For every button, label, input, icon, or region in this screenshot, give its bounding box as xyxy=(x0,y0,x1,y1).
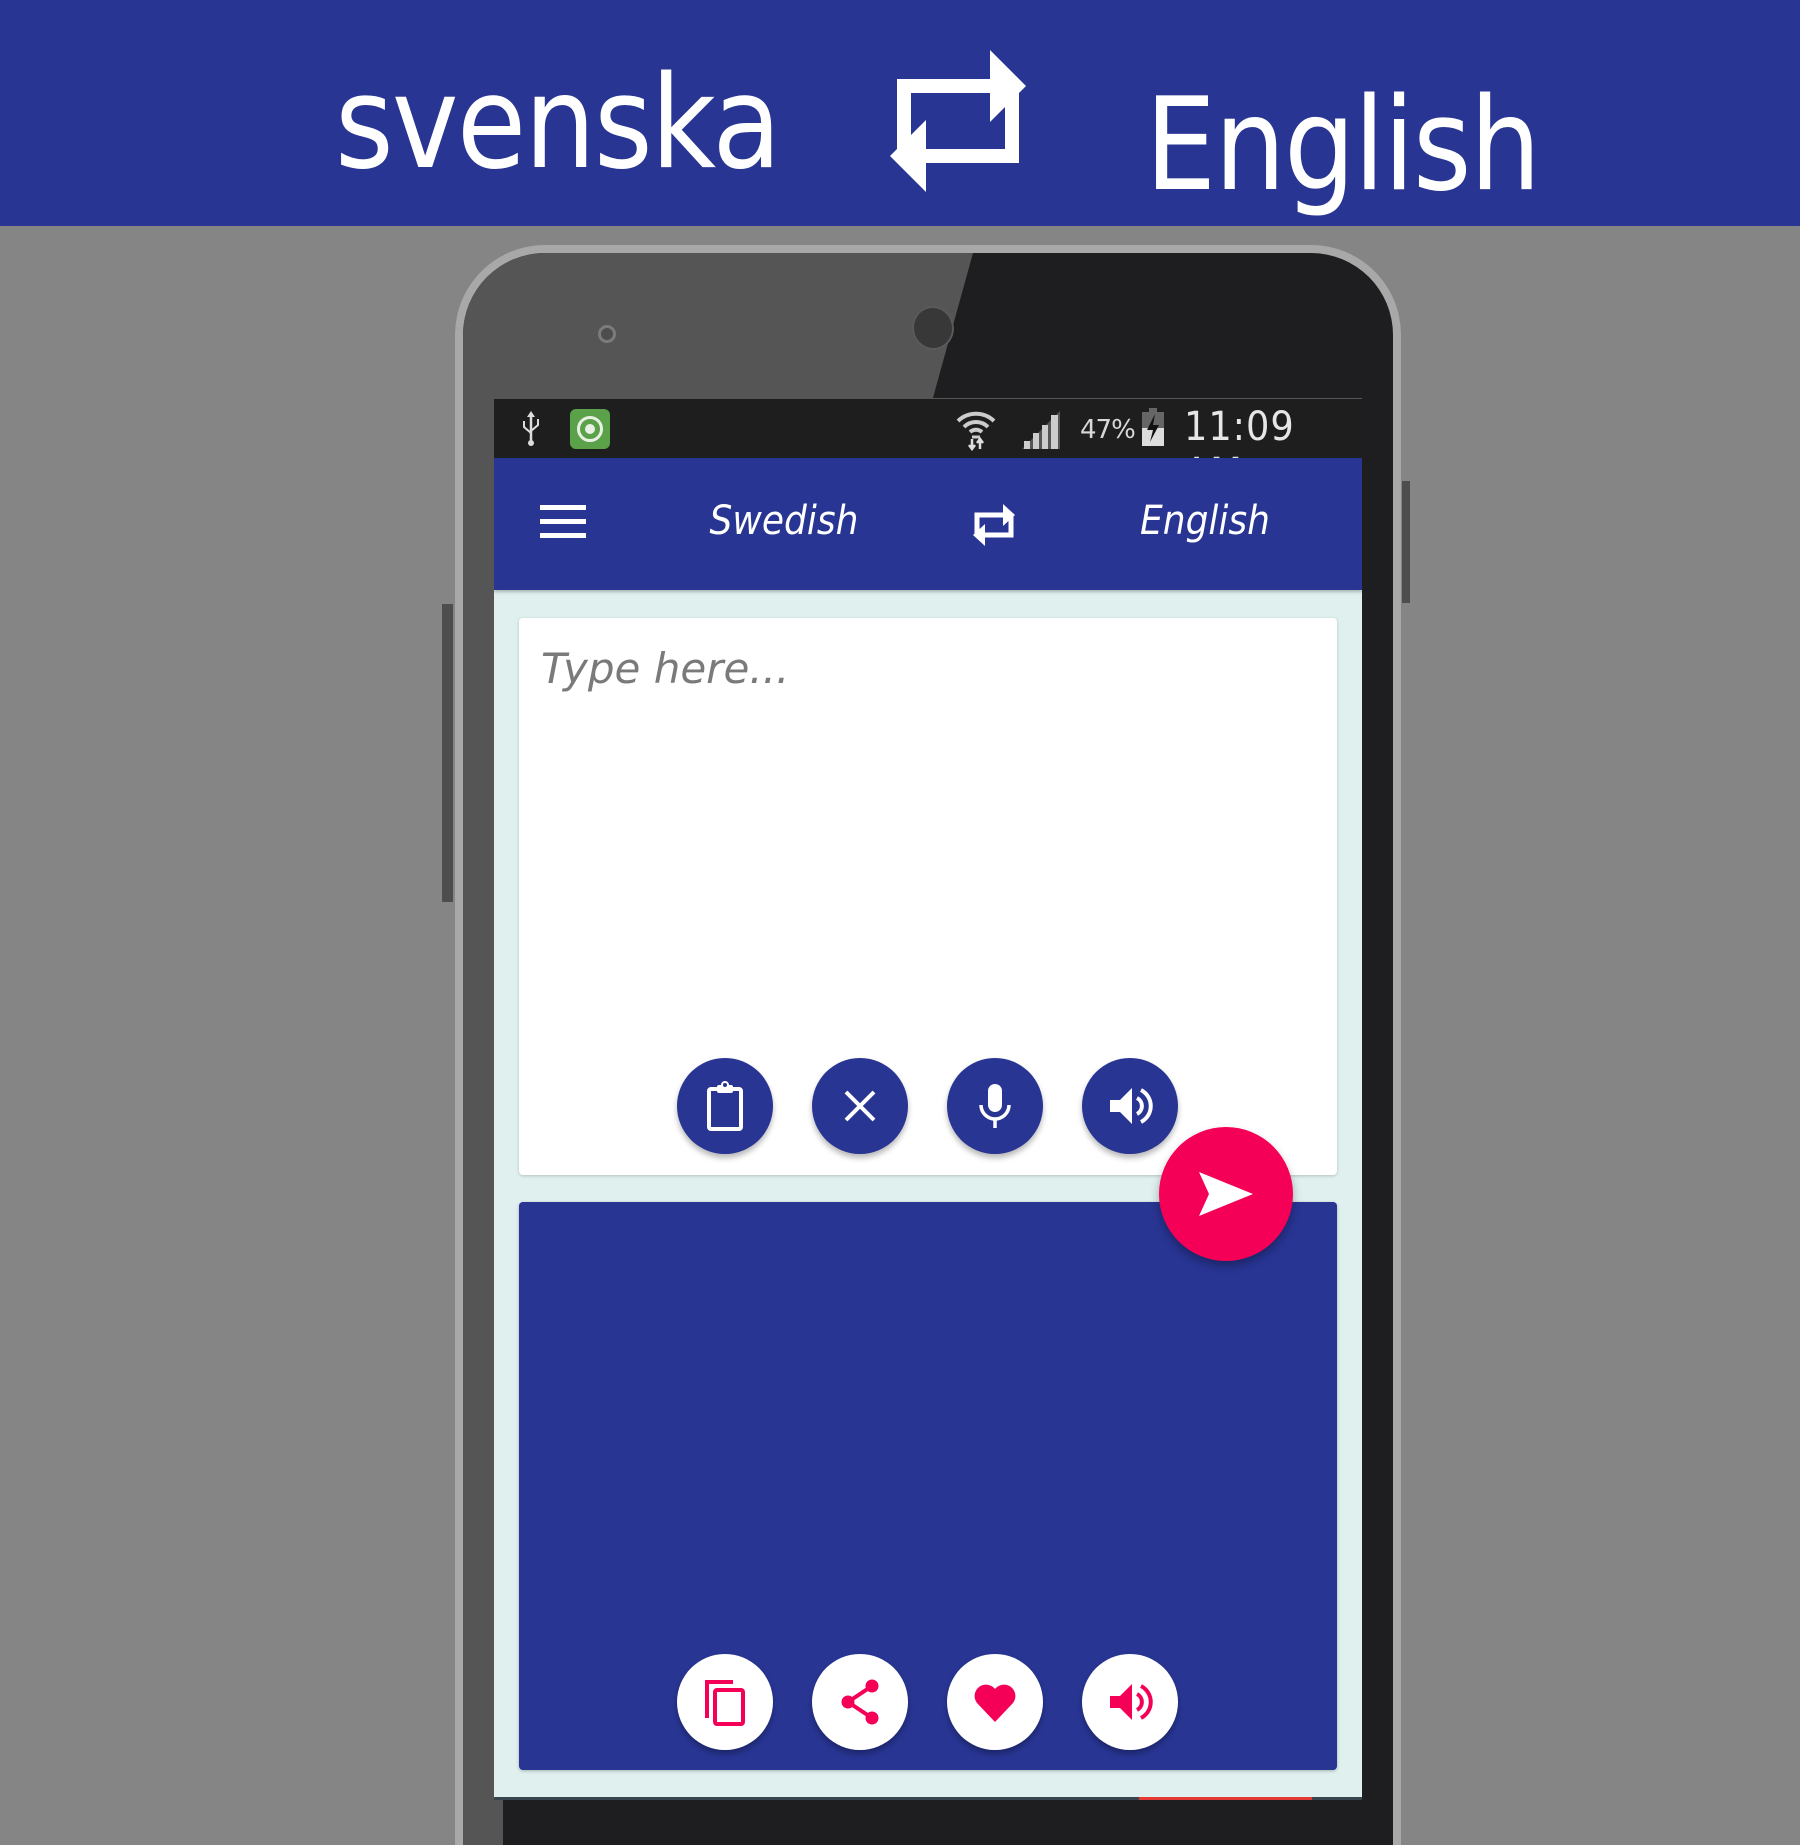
status-bar: 47% 11:09 AM xyxy=(494,398,1362,496)
battery-percent: 47% xyxy=(1080,415,1136,445)
phone-side-button-left xyxy=(442,604,453,902)
output-card xyxy=(519,1202,1337,1770)
share-icon xyxy=(841,1679,879,1725)
phone-side-button-right xyxy=(1402,481,1410,603)
banner-target-language: English xyxy=(1145,71,1541,220)
phone-screen: 47% 11:09 AM Swedish English xyxy=(494,398,1362,1800)
app-bar: Swedish English xyxy=(494,458,1362,590)
signal-icon xyxy=(1022,411,1060,449)
clipboard-icon xyxy=(707,1081,743,1131)
usb-icon xyxy=(523,411,539,446)
speaker-icon xyxy=(1110,1088,1153,1124)
speaker-icon xyxy=(1110,1684,1153,1720)
paste-button[interactable] xyxy=(677,1058,773,1154)
app-notification-icon xyxy=(570,409,610,449)
heart-icon xyxy=(974,1684,1016,1722)
translate-button[interactable] xyxy=(1159,1127,1293,1261)
share-button[interactable] xyxy=(812,1654,908,1750)
clear-button[interactable] xyxy=(812,1058,908,1154)
hamburger-menu-icon[interactable] xyxy=(540,505,586,541)
swap-arrows-icon xyxy=(890,50,1026,192)
send-icon xyxy=(1199,1172,1253,1216)
speak-output-button[interactable] xyxy=(1082,1654,1178,1750)
battery-charging-icon xyxy=(1142,408,1164,446)
input-card xyxy=(519,618,1337,1175)
promo-banner: svenska English xyxy=(0,0,1800,226)
microphone-icon xyxy=(979,1084,1011,1128)
copy-button[interactable] xyxy=(677,1654,773,1750)
wifi-icon xyxy=(956,411,996,451)
source-language-selector[interactable]: Swedish xyxy=(685,498,883,544)
target-language-selector[interactable]: English xyxy=(1111,498,1300,544)
voice-input-button[interactable] xyxy=(947,1058,1043,1154)
favorite-button[interactable] xyxy=(947,1654,1043,1750)
close-icon xyxy=(844,1090,876,1122)
speak-input-button[interactable] xyxy=(1082,1058,1178,1154)
source-text-input[interactable] xyxy=(539,642,1303,1026)
front-camera xyxy=(598,325,616,343)
swap-arrows-icon[interactable] xyxy=(972,501,1016,549)
banner-source-language: svenska xyxy=(335,49,781,198)
copy-icon xyxy=(705,1680,745,1726)
